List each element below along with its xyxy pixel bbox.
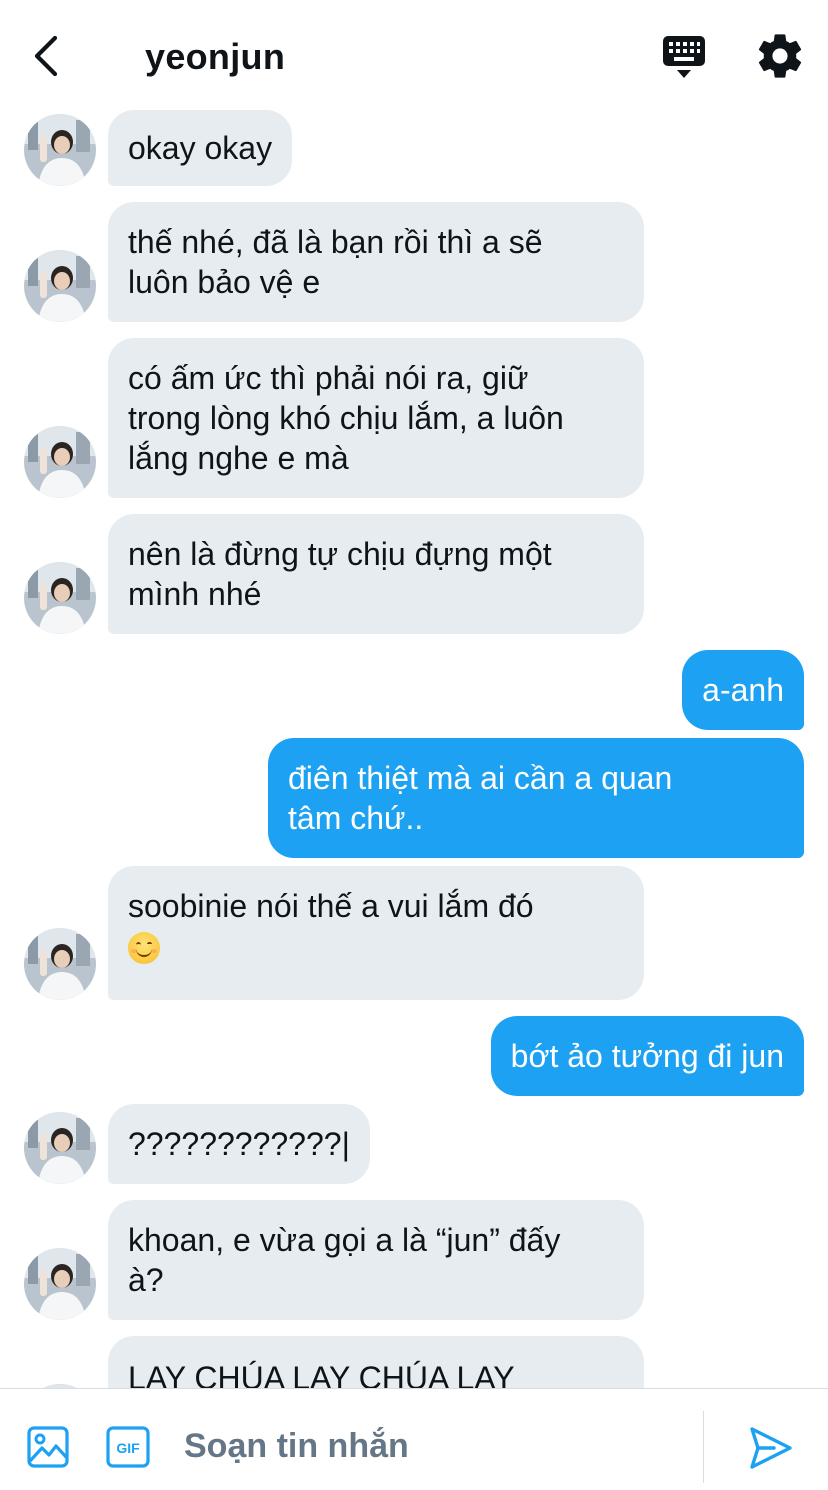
message-text: ????????????| <box>128 1126 350 1162</box>
settings-button[interactable] <box>754 30 806 82</box>
message-row: a-anh <box>0 650 828 730</box>
message-row: bớt ảo tưởng đi jun <box>0 1016 828 1096</box>
add-gif-button[interactable]: GIF <box>106 1425 150 1469</box>
conversation-title: yeonjun <box>145 36 286 77</box>
image-icon <box>27 1426 69 1468</box>
message-bubble[interactable]: bớt ảo tưởng đi jun <box>490 1016 804 1096</box>
message-bubble[interactable]: nên là đừng tự chịu đựng một mình nhé <box>108 514 644 634</box>
message-row: khoan, e vừa gọi a là “jun” đấy à? <box>0 1200 828 1320</box>
message-list[interactable]: okay okay thế nhé, đã là bạn rồi thì a s… <box>0 0 828 1388</box>
send-icon <box>750 1427 792 1469</box>
message-row: thế nhé, đã là bạn rồi thì a sẽ luôn bảo… <box>0 202 828 322</box>
message-text: thế nhé, đã là bạn rồi thì a sẽ <box>128 224 543 260</box>
back-arrow-icon <box>34 35 58 77</box>
avatar[interactable] <box>24 250 96 322</box>
avatar[interactable] <box>24 1112 96 1184</box>
svg-text:GIF: GIF <box>116 1440 140 1456</box>
back-button[interactable] <box>22 30 70 82</box>
message-bubble[interactable]: thế nhé, đã là bạn rồi thì a sẽ luôn bảo… <box>108 202 644 322</box>
message-text: soobinie nói thế a vui lắm đó <box>128 888 534 924</box>
avatar[interactable] <box>24 928 96 1000</box>
message-composer: GIF <box>0 1388 828 1490</box>
conversation-header: yeonjun <box>0 0 828 110</box>
keyboard-icon <box>663 36 705 78</box>
message-text: LAY CHÚA LAY CHÚA LAY <box>128 1360 515 1388</box>
message-row: soobinie nói thế a vui lắm đó <box>0 866 828 1000</box>
gif-icon: GIF <box>106 1426 150 1468</box>
message-text: bớt ảo tưởng đi jun <box>510 1038 784 1074</box>
divider <box>703 1411 704 1483</box>
message-text: okay okay <box>128 130 273 166</box>
message-text: a-anh <box>702 672 784 708</box>
message-text: lắng nghe e mà <box>128 440 349 476</box>
message-text: trong lòng khó chịu lắm, a luôn <box>128 400 564 436</box>
message-bubble[interactable]: a-anh <box>682 650 804 730</box>
message-bubble[interactable]: có ấm ức thì phải nói ra, giữ trong lòng… <box>108 338 644 498</box>
message-text: nên là đừng tự chịu đựng một <box>128 536 552 572</box>
message-text: điên thiệt mà ai cần a quan <box>288 760 673 796</box>
avatar[interactable] <box>24 562 96 634</box>
message-row: LAY CHÚA LAY CHÚA LAY <box>0 1336 828 1388</box>
message-row: ????????????| <box>0 1104 828 1184</box>
message-bubble[interactable]: khoan, e vừa gọi a là “jun” đấy à? <box>108 1200 644 1320</box>
message-text: luôn bảo vệ e <box>128 264 321 300</box>
message-bubble[interactable]: điên thiệt mà ai cần a quan tâm chứ.. <box>268 738 804 858</box>
message-bubble[interactable]: ????????????| <box>108 1104 370 1184</box>
message-bubble[interactable]: okay okay <box>108 110 293 186</box>
send-button[interactable] <box>748 1425 794 1471</box>
message-text: khoan, e vừa gọi a là “jun” đấy <box>128 1222 561 1258</box>
gear-icon <box>758 34 802 78</box>
smiling-face-emoji-icon <box>128 932 160 964</box>
message-bubble[interactable]: LAY CHÚA LAY CHÚA LAY <box>108 1336 644 1388</box>
message-row: okay okay <box>0 110 828 186</box>
message-text: mình nhé <box>128 576 262 612</box>
avatar[interactable] <box>24 426 96 498</box>
keyboard-button[interactable] <box>660 34 710 80</box>
message-row: có ấm ức thì phải nói ra, giữ trong lòng… <box>0 338 828 498</box>
message-row: điên thiệt mà ai cần a quan tâm chứ.. <box>0 738 828 858</box>
message-row: nên là đừng tự chịu đựng một mình nhé <box>0 514 828 634</box>
message-input[interactable] <box>184 1411 684 1481</box>
avatar[interactable] <box>24 114 96 186</box>
add-image-button[interactable] <box>26 1425 70 1469</box>
message-bubble[interactable]: soobinie nói thế a vui lắm đó <box>108 866 644 1000</box>
message-text: có ấm ức thì phải nói ra, giữ <box>128 360 529 396</box>
avatar[interactable] <box>24 1248 96 1320</box>
message-text: à? <box>128 1262 164 1298</box>
message-text: tâm chứ.. <box>288 800 424 836</box>
